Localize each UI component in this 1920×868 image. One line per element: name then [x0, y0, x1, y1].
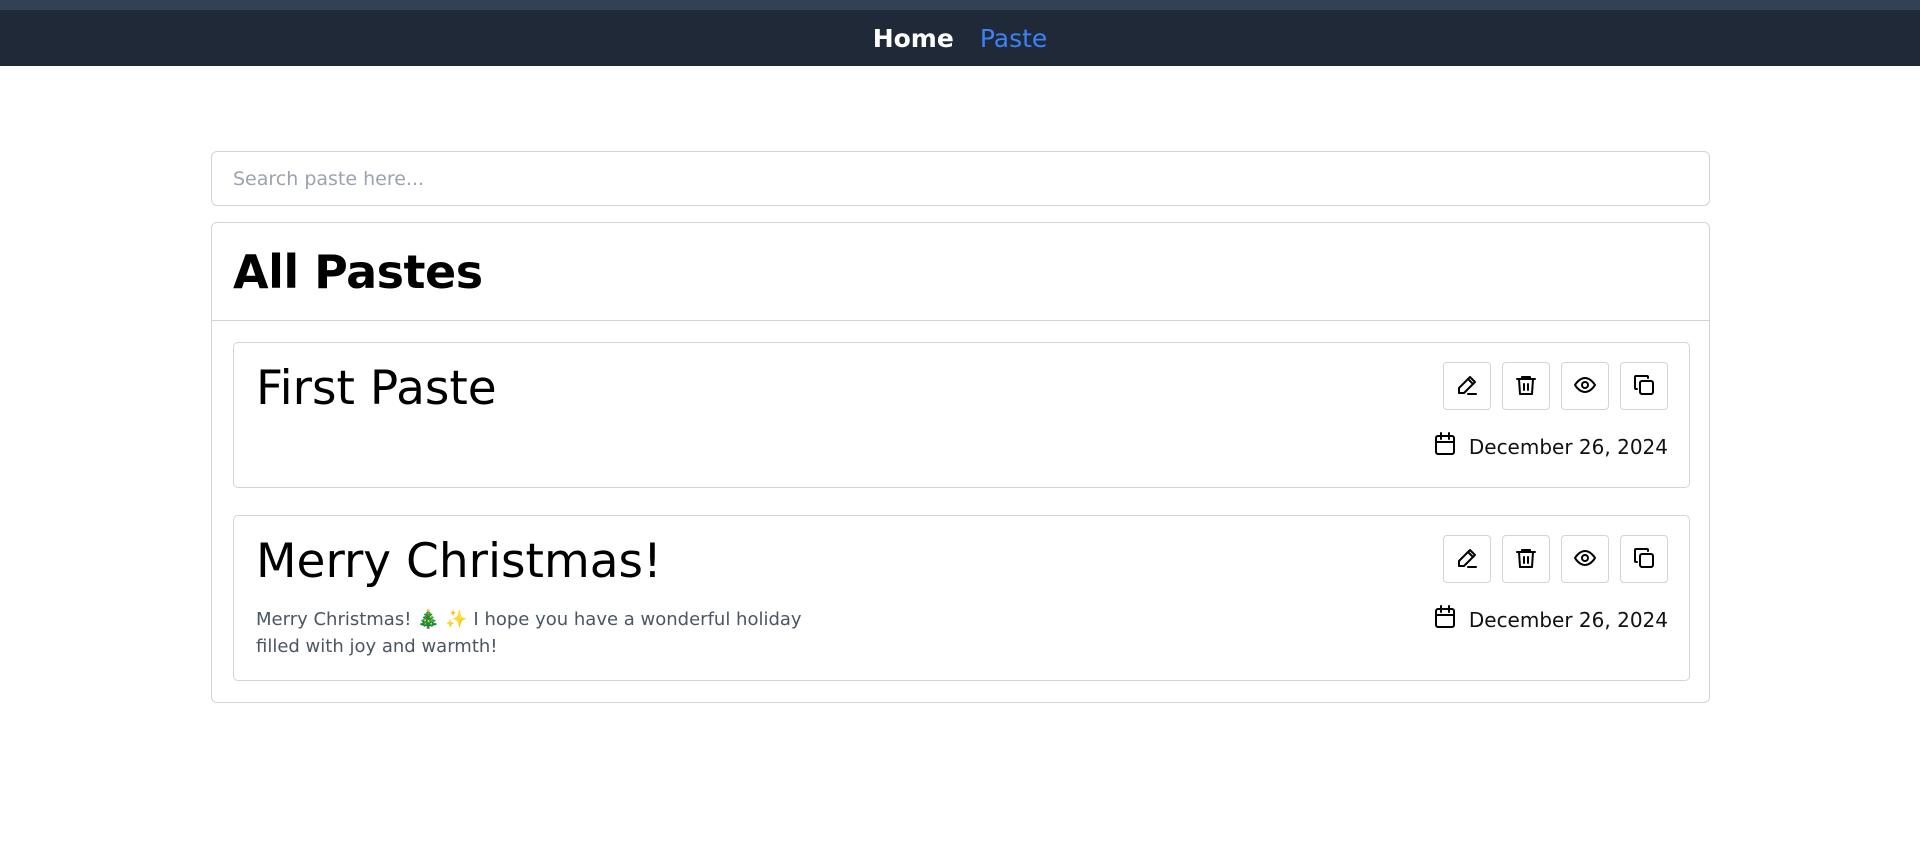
view-button[interactable] — [1561, 535, 1609, 583]
paste-title: Merry Christmas! — [256, 534, 662, 589]
paste-date: December 26, 2024 — [1433, 604, 1668, 635]
eye-icon — [1573, 546, 1597, 573]
view-button[interactable] — [1561, 362, 1609, 410]
paste-date: December 26, 2024 — [1433, 431, 1668, 462]
nav-paste-link[interactable]: Paste — [980, 24, 1047, 53]
paste-content: Merry Christmas! 🎄 ✨ I hope you have a w… — [256, 609, 802, 657]
trash-icon — [1514, 546, 1538, 573]
panel-header: All Pastes — [212, 223, 1709, 321]
paste-title: First Paste — [256, 361, 497, 416]
paste-actions — [1443, 362, 1668, 410]
paste-card: Merry Christmas! Merry Christmas! 🎄 ✨ I … — [233, 515, 1690, 681]
calendar-icon — [1433, 431, 1457, 462]
search-input[interactable] — [211, 151, 1710, 206]
paste-card: First Paste December 26, 2024 — [233, 342, 1690, 488]
edit-icon — [1455, 373, 1479, 400]
trash-icon — [1514, 373, 1538, 400]
pastes-panel: All Pastes First Paste December 26, 2024… — [211, 222, 1710, 703]
copy-button[interactable] — [1620, 362, 1668, 410]
page-title: All Pastes — [233, 244, 483, 299]
nav-home-link[interactable]: Home — [873, 24, 954, 53]
top-strip — [0, 0, 1920, 10]
copy-button[interactable] — [1620, 535, 1668, 583]
delete-button[interactable] — [1502, 535, 1550, 583]
copy-icon — [1632, 546, 1656, 573]
eye-icon — [1573, 373, 1597, 400]
date-text: December 26, 2024 — [1468, 607, 1668, 632]
paste-actions — [1443, 535, 1668, 583]
edit-icon — [1455, 546, 1479, 573]
calendar-icon — [1433, 604, 1457, 635]
edit-button[interactable] — [1443, 535, 1491, 583]
copy-icon — [1632, 373, 1656, 400]
edit-button[interactable] — [1443, 362, 1491, 410]
navbar: Home Paste — [0, 10, 1920, 66]
date-text: December 26, 2024 — [1468, 434, 1668, 459]
delete-button[interactable] — [1502, 362, 1550, 410]
